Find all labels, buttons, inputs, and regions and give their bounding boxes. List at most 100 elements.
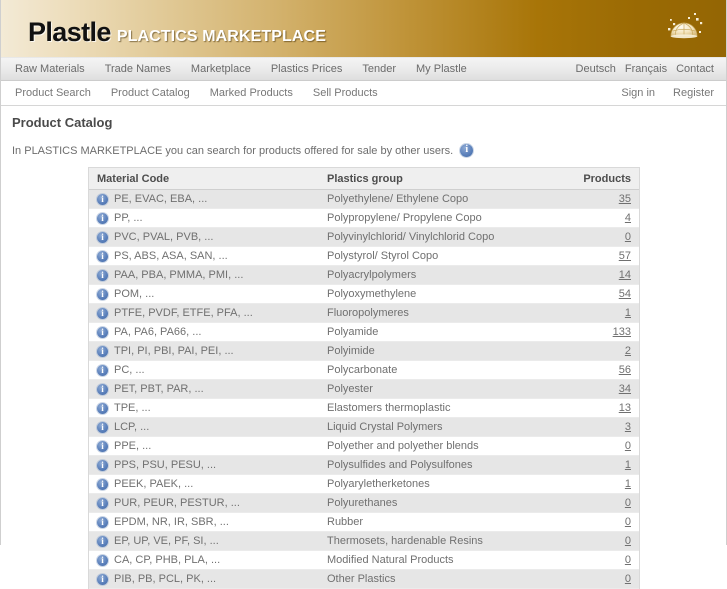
material-code-wrapper: PVC, PVAL, PVB, ... (97, 231, 311, 243)
nav-item-raw-materials[interactable]: Raw Materials (15, 63, 85, 75)
table-row[interactable]: CA, CP, PHB, PLA, ... Modified Natural Pr… (89, 550, 639, 570)
nav-lang-deutsch[interactable]: Deutsch (576, 63, 616, 75)
nav-item-plastics-prices[interactable]: Plastics Prices (271, 63, 343, 75)
table-row[interactable]: POM, ... Polyoxymethylene 54 (89, 284, 639, 304)
cell-plastics-group: Elastomers thermoplastic (319, 398, 567, 418)
table-row[interactable]: PPE, ... Polyether and polyether blends 0 (89, 436, 639, 456)
cell-products-count: 13 (567, 398, 639, 418)
table-row[interactable]: PEEK, PAEK, ... Polyaryletherketones 1 (89, 474, 639, 494)
table-row[interactable]: PS, ABS, ASA, SAN, ... Polystyrol/ Styrol… (89, 246, 639, 266)
intro-text: In PLASTICS MARKETPLACE you can search f… (12, 144, 454, 157)
cell-products-count: 14 (567, 265, 639, 285)
info-icon[interactable] (97, 193, 108, 205)
info-icon[interactable] (460, 143, 474, 157)
material-code-label: TPE, ... (114, 402, 151, 414)
nav-item-trade-names[interactable]: Trade Names (105, 63, 171, 75)
subnav-item-sell-products[interactable]: Sell Products (313, 87, 378, 99)
products-count-link[interactable]: 0 (625, 497, 631, 509)
table-row[interactable]: LCP, ... Liquid Crystal Polymers 3 (89, 417, 639, 437)
info-icon[interactable] (97, 212, 108, 224)
cell-plastics-group: Polyaryletherketones (319, 474, 567, 494)
material-code-wrapper: PAA, PBA, PMMA, PMI, ... (97, 269, 311, 281)
table-row[interactable]: PP, ... Polypropylene/ Propylene Copo 4 (89, 208, 639, 228)
table-row[interactable]: EPDM, NR, IR, SBR, ... Rubber 0 (89, 512, 639, 532)
products-count-link[interactable]: 3 (625, 421, 631, 433)
nav-item-marketplace[interactable]: Marketplace (191, 63, 251, 75)
material-code-label: EPDM, NR, IR, SBR, ... (114, 516, 229, 528)
products-count-link[interactable]: 4 (625, 212, 631, 224)
table-row[interactable]: PPS, PSU, PESU, ... Polysulfides and Poly… (89, 455, 639, 475)
nav-item-tender[interactable]: Tender (362, 63, 396, 75)
table-row[interactable]: PAA, PBA, PMMA, PMI, ... Polyacrylpolymer… (89, 265, 639, 285)
nav-item-my-plastle[interactable]: My Plastle (416, 63, 467, 75)
info-icon[interactable] (97, 345, 108, 357)
cell-material-code: PUR, PEUR, PESTUR, ... (89, 493, 319, 513)
info-icon[interactable] (97, 478, 108, 490)
subnav-item-product-catalog[interactable]: Product Catalog (111, 87, 190, 99)
info-icon[interactable] (97, 554, 108, 566)
products-count-link[interactable]: 2 (625, 345, 631, 357)
info-icon[interactable] (97, 269, 108, 281)
table-row[interactable]: PE, EVAC, EBA, ... Polyethylene/ Ethylene… (89, 189, 639, 209)
column-header-material-code[interactable]: Material Code (89, 168, 319, 190)
products-count-link[interactable]: 35 (619, 193, 631, 205)
products-count-link[interactable]: 0 (625, 535, 631, 547)
material-code-wrapper: TPI, PI, PBI, PAI, PEI, ... (97, 345, 311, 357)
material-code-label: PP, ... (114, 212, 143, 224)
info-icon[interactable] (97, 231, 108, 243)
info-icon[interactable] (97, 250, 108, 262)
info-icon[interactable] (97, 516, 108, 528)
info-icon[interactable] (97, 326, 108, 338)
info-icon[interactable] (97, 364, 108, 376)
info-icon[interactable] (97, 573, 108, 585)
info-icon[interactable] (97, 402, 108, 414)
products-count-link[interactable]: 1 (625, 478, 631, 490)
subnav-item-marked-products[interactable]: Marked Products (210, 87, 293, 99)
main-navigation: Raw Materials Trade Names Marketplace Pl… (1, 57, 726, 81)
info-icon[interactable] (97, 421, 108, 433)
nav-lang-francais[interactable]: Français (625, 63, 667, 75)
column-header-plastics-group[interactable]: Plastics group (319, 168, 567, 190)
subnav-item-product-search[interactable]: Product Search (15, 87, 91, 99)
table-row[interactable]: PVC, PVAL, PVB, ... Polyvinylchlorid/ Vin… (89, 227, 639, 247)
cell-material-code: LCP, ... (89, 417, 319, 437)
table-row[interactable]: PET, PBT, PAR, ... Polyester 34 (89, 379, 639, 399)
info-icon[interactable] (97, 497, 108, 509)
products-count-link[interactable]: 0 (625, 231, 631, 243)
products-count-link[interactable]: 0 (625, 440, 631, 452)
products-count-link[interactable]: 14 (619, 269, 631, 281)
products-count-link[interactable]: 54 (619, 288, 631, 300)
cell-plastics-group: Polypropylene/ Propylene Copo (319, 208, 567, 228)
info-icon[interactable] (97, 459, 108, 471)
table-row[interactable]: EP, UP, VE, PF, SI, ... Thermosets, harde… (89, 531, 639, 551)
nav-item-contact[interactable]: Contact (676, 63, 714, 75)
info-icon[interactable] (97, 440, 108, 452)
products-count-link[interactable]: 1 (625, 459, 631, 471)
info-icon[interactable] (97, 383, 108, 395)
products-count-link[interactable]: 1 (625, 307, 631, 319)
table-row[interactable]: PC, ... Polycarbonate 56 (89, 360, 639, 380)
products-count-link[interactable]: 13 (619, 402, 631, 414)
column-header-products[interactable]: Products (567, 168, 639, 190)
table-row[interactable]: TPE, ... Elastomers thermoplastic 13 (89, 398, 639, 418)
site-logo[interactable]: Plastle PLACTICS MARKETPLACE (28, 17, 326, 48)
table-row[interactable]: TPI, PI, PBI, PAI, PEI, ... Polyimide 2 (89, 341, 639, 361)
material-code-label: CA, CP, PHB, PLA, ... (114, 554, 221, 566)
products-count-link[interactable]: 57 (619, 250, 631, 262)
table-row[interactable]: PUR, PEUR, PESTUR, ... Polyurethanes 0 (89, 493, 639, 513)
material-code-wrapper: PA, PA6, PA66, ... (97, 326, 311, 338)
products-count-link[interactable]: 0 (625, 516, 631, 528)
products-count-link[interactable]: 56 (619, 364, 631, 376)
products-count-link[interactable]: 34 (619, 383, 631, 395)
material-code-label: LCP, ... (114, 421, 150, 433)
info-icon[interactable] (97, 307, 108, 319)
register-link[interactable]: Register (673, 87, 714, 99)
sign-in-link[interactable]: Sign in (621, 87, 655, 99)
table-row[interactable]: PA, PA6, PA66, ... Polyamide 133 (89, 322, 639, 342)
products-count-link[interactable]: 0 (625, 573, 631, 585)
table-row[interactable]: PTFE, PVDF, ETFE, PFA, ... Fluoropolymere… (89, 303, 639, 323)
products-count-link[interactable]: 133 (613, 326, 631, 338)
products-count-link[interactable]: 0 (625, 554, 631, 566)
info-icon[interactable] (97, 288, 108, 300)
table-row[interactable]: PIB, PB, PCL, PK, ... Other Plastics 0 (89, 569, 639, 589)
